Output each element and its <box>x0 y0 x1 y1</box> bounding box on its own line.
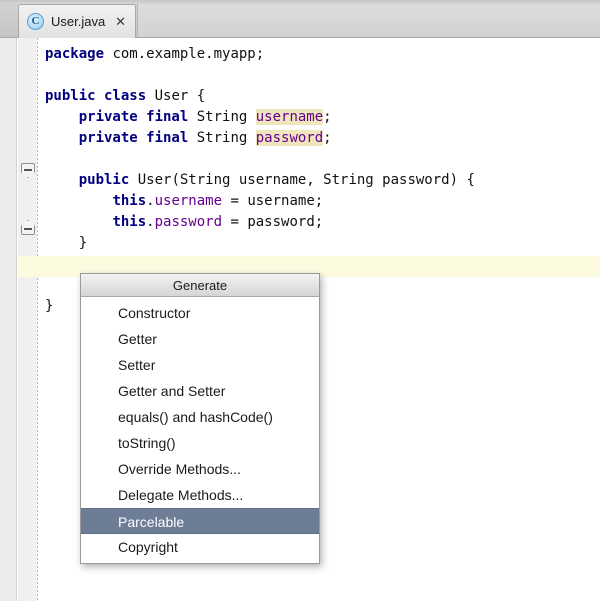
code-line: } <box>45 233 590 254</box>
generate-menu-item-parcelable[interactable]: Parcelable <box>81 508 319 534</box>
generate-menu-item-constructor[interactable]: Constructor <box>81 300 319 326</box>
fold-dash-icon <box>24 228 32 230</box>
tab-bar-top-divider <box>0 0 600 2</box>
code-line: public class User { <box>45 86 590 107</box>
editor-tab-bar: C User.java ✕ <box>0 0 600 38</box>
generate-menu-item-getter[interactable]: Getter <box>81 326 319 352</box>
editor-left-margin <box>0 38 17 601</box>
code-line <box>45 65 590 86</box>
generate-popup-menu[interactable]: Generate ConstructorGetterSetterGetter a… <box>80 273 320 564</box>
generate-menu-item-tostring[interactable]: toString() <box>81 430 319 456</box>
code-token: String <box>188 109 255 125</box>
code-token: = password; <box>222 214 323 230</box>
code-line: private final String username; <box>45 107 590 128</box>
editor-tab-label: User.java <box>51 14 109 29</box>
editor-tab-user-java[interactable]: C User.java ✕ <box>18 4 136 38</box>
generate-menu-item-equals-and-hashcode[interactable]: equals() and hashCode() <box>81 404 319 430</box>
code-token: this <box>112 193 146 209</box>
code-token: } <box>45 298 53 314</box>
code-token: com.example.myapp; <box>104 46 264 62</box>
generate-popup-list[interactable]: ConstructorGetterSetterGetter and Setter… <box>81 297 319 563</box>
generate-menu-item-copyright[interactable]: Copyright <box>81 534 319 560</box>
code-line: private final String password; <box>45 128 590 149</box>
code-line: public User(String username, String pass… <box>45 170 590 191</box>
tab-bar-empty-area <box>137 4 600 37</box>
generate-menu-item-delegate-methods[interactable]: Delegate Methods... <box>81 482 319 508</box>
code-token <box>45 130 79 146</box>
code-token: ; <box>323 130 331 146</box>
code-line: this.username = username; <box>45 191 590 212</box>
ide-window: C User.java ✕ package com.example.myapp;… <box>0 0 600 601</box>
code-token <box>45 193 112 209</box>
generate-menu-item-override-methods[interactable]: Override Methods... <box>81 456 319 482</box>
code-token: String <box>188 130 255 146</box>
code-token: User(String username, String password) { <box>129 172 475 188</box>
fold-dash-icon <box>24 169 32 171</box>
indent-guide-line <box>37 38 38 601</box>
editor-gutter[interactable] <box>18 38 37 601</box>
code-line: this.password = password; <box>45 212 590 233</box>
code-token: package <box>45 46 104 62</box>
code-line <box>45 149 590 170</box>
code-line <box>45 254 590 275</box>
code-token <box>45 214 112 230</box>
generate-popup-title: Generate <box>81 274 319 297</box>
code-line: package com.example.myapp; <box>45 44 590 65</box>
code-token <box>45 172 79 188</box>
code-token <box>45 109 79 125</box>
close-icon[interactable]: ✕ <box>113 15 128 28</box>
code-token: public class <box>45 88 146 104</box>
code-token: . <box>146 193 154 209</box>
code-token: password <box>155 214 222 230</box>
code-token: private final <box>79 109 189 125</box>
code-token: username <box>256 109 323 125</box>
code-token: this <box>112 214 146 230</box>
code-token: User { <box>146 88 205 104</box>
code-token: } <box>45 235 87 251</box>
generate-menu-item-getter-and-setter[interactable]: Getter and Setter <box>81 378 319 404</box>
code-token: ; <box>323 109 331 125</box>
generate-menu-item-setter[interactable]: Setter <box>81 352 319 378</box>
code-token: password <box>256 130 323 146</box>
code-token: = username; <box>222 193 323 209</box>
code-token: username <box>155 193 222 209</box>
java-class-icon: C <box>27 13 44 30</box>
code-token: . <box>146 214 154 230</box>
code-token: private final <box>79 130 189 146</box>
code-token: public <box>79 172 130 188</box>
